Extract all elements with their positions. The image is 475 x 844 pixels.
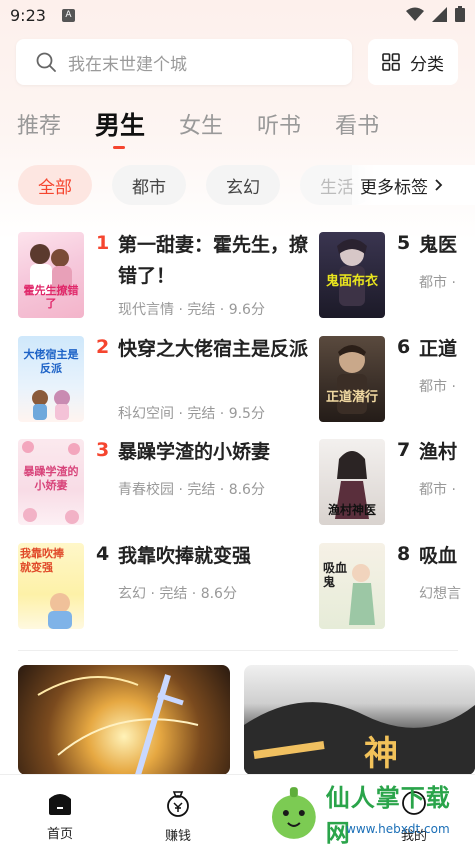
cover-title: 鬼面布衣 [325, 274, 378, 289]
book-cover: 我靠吹捧就变强 [18, 543, 84, 629]
book-title: 快穿之大佬宿主是反派 [118, 338, 309, 360]
tag-chips: 全部 都市 玄幻 生活 [18, 165, 394, 205]
book-item[interactable]: 渔村神医 7 渔村 都市 · [319, 439, 475, 527]
chip-urban[interactable]: 都市 [112, 165, 186, 205]
watermark: 仙人掌下载网 www.hebxdt.com [266, 782, 475, 844]
home-icon [49, 794, 71, 815]
grid-icon [382, 53, 400, 71]
book-meta: 都市 · [419, 275, 456, 291]
book-item[interactable]: 鬼面布衣 5 鬼医 都市 · [319, 232, 475, 320]
section-divider [18, 650, 458, 651]
status-bar: 9:23 A [0, 0, 475, 34]
cover-title: 渔村神医 [327, 503, 376, 517]
tab-audiobook[interactable]: 听书 [257, 108, 301, 142]
book-rank: 5 [397, 232, 411, 254]
cover-title: 霍先生撩错了 [23, 284, 79, 310]
book-meta: 都市 · [419, 379, 456, 395]
book-rank: 8 [397, 543, 411, 565]
tab-reading[interactable]: 看书 [335, 108, 379, 142]
status-time: 9:23 [10, 6, 46, 25]
book-cover: 大佬宿主是反派 [18, 336, 84, 422]
tab-recommend[interactable]: 推荐 [17, 108, 61, 142]
book-title: 正道 [419, 338, 458, 360]
more-tags-button[interactable]: 更多标签 [352, 165, 475, 205]
cover-title: 我靠吹捧就变强 [20, 547, 64, 574]
cactus-logo-icon [271, 787, 316, 839]
book-item[interactable]: 我靠吹捧就变强 4 我靠吹捧就变强 玄幻 · 完结 · 8.6分 [18, 543, 308, 631]
book-meta: 玄幻 · 完结 · 8.6分 [118, 586, 237, 602]
banner-art: 神 [244, 702, 475, 775]
cover-title: 正道潜行 [325, 390, 378, 405]
book-title: 渔村 [419, 441, 458, 463]
wifi-icon [406, 7, 424, 21]
chip-all[interactable]: 全部 [18, 165, 92, 205]
active-tab-indicator [113, 146, 125, 149]
tab-female[interactable]: 女生 [179, 108, 223, 142]
book-rank: 2 [96, 336, 110, 358]
book-meta: 现代言情 · 完结 · 9.6分 [118, 302, 265, 318]
search-placeholder: 我在末世建个城 [68, 54, 187, 75]
channel-tabs: 推荐 男生 女生 听书 看书 [17, 108, 413, 142]
nav-home-label: 首页 [46, 827, 73, 842]
category-button[interactable]: 分类 [368, 39, 458, 85]
book-item[interactable]: 吸血鬼 8 吸血 幻想言 [319, 543, 475, 631]
cover-title: 吸血鬼 [323, 561, 348, 589]
book-cover: 鬼面布衣 [319, 232, 385, 318]
banner-overlay-text: 神 [364, 735, 398, 773]
book-title: 第一甜妻：霍先生，撩错了！ [118, 234, 309, 287]
book-title: 吸血 [419, 545, 458, 567]
book-cover: 渔村神医 [319, 439, 385, 525]
sword-banner[interactable] [18, 665, 230, 775]
chevron-right-icon [435, 179, 443, 191]
book-cover: 正道潜行 [319, 336, 385, 422]
book-title: 暴躁学渣的小娇妻 [118, 441, 271, 463]
nav-home[interactable]: 首页 [30, 789, 90, 842]
banner-art [37, 674, 199, 775]
book-rank: 4 [96, 543, 110, 565]
book-rank: 3 [96, 439, 110, 461]
book-meta: 幻想言 [419, 586, 461, 602]
signal-icon [432, 6, 447, 22]
status-icons [406, 6, 465, 22]
nav-earn-label: 赚钱 [164, 829, 191, 844]
book-title: 我靠吹捧就变强 [118, 545, 252, 567]
nav-earn[interactable]: 赚钱 [148, 789, 208, 844]
tab-male[interactable]: 男生 [95, 106, 145, 142]
book-item[interactable]: 暴躁学渣的小娇妻 3 暴躁学渣的小娇妻 青春校园 · 完结 · 8.6分 [18, 439, 308, 527]
book-rank: 6 [397, 336, 411, 358]
cover-art [337, 345, 367, 414]
book-item[interactable]: 正道潜行 6 正道 都市 · [319, 336, 475, 424]
book-cover: 霍先生撩错了 [18, 232, 84, 318]
cover-title: 暴躁学渣的小娇妻 [23, 465, 79, 492]
book-meta: 科幻空间 · 完结 · 9.5分 [118, 406, 265, 422]
book-item[interactable]: 大佬宿主是反派 2 快穿之大佬宿主是反派 科幻空间 · 完结 · 9.5分 [18, 336, 308, 424]
book-cover: 暴躁学渣的小娇妻 [18, 439, 84, 525]
battery-icon [455, 6, 465, 22]
money-bag-icon [167, 791, 189, 817]
search-input[interactable]: 我在末世建个城 [16, 39, 352, 85]
more-tags-label: 更多标签 [360, 177, 428, 198]
ink-banner[interactable]: 神 [244, 665, 475, 775]
search-icon [36, 52, 56, 72]
book-item[interactable]: 霍先生撩错了 1 第一甜妻：霍先生，撩错了！ 现代言情 · 完结 · 9.6分 [18, 232, 308, 320]
book-meta: 青春校园 · 完结 · 8.6分 [118, 482, 265, 498]
book-title: 鬼医 [419, 234, 458, 256]
book-rank: 1 [96, 232, 110, 254]
cover-title: 大佬宿主是反派 [23, 348, 79, 375]
category-label: 分类 [410, 54, 444, 75]
book-meta: 都市 · [419, 482, 456, 498]
watermark-url: www.hebxdt.com [346, 822, 450, 836]
chip-fantasy[interactable]: 玄幻 [206, 165, 280, 205]
book-rank: 7 [397, 439, 411, 461]
notification-icon: A [62, 9, 75, 22]
book-cover: 吸血鬼 [319, 543, 385, 629]
